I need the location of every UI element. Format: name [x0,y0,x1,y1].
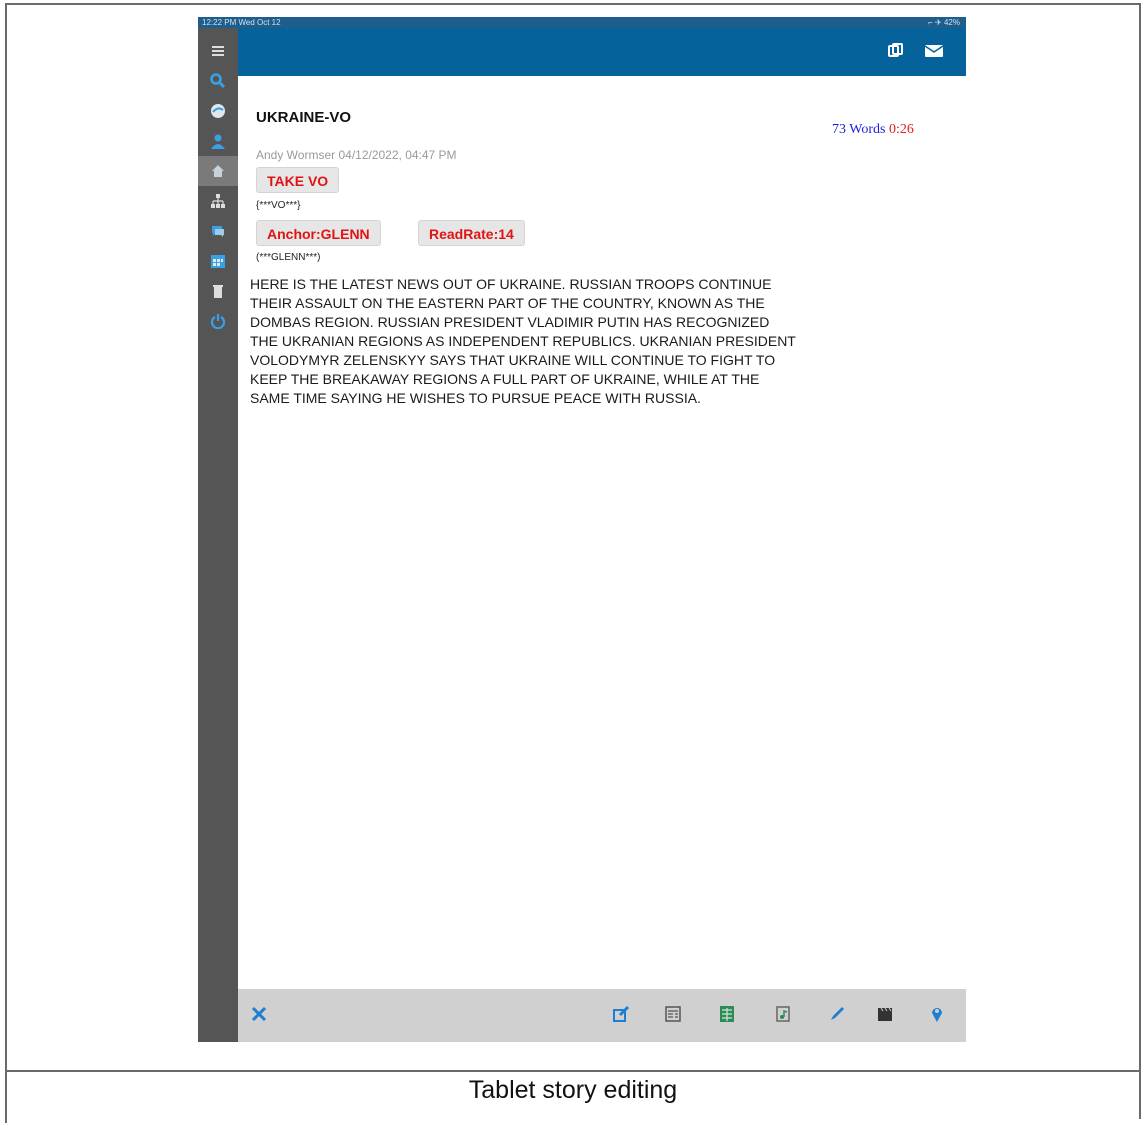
word-count: 73 Words [832,122,886,137]
story-body-line: HERE IS THE LATEST NEWS OUT OF UKRAINE. … [250,276,772,292]
search-icon[interactable] [198,66,238,96]
hierarchy-icon[interactable] [198,186,238,216]
home-icon[interactable] [198,156,238,186]
vo-marker: {***VO***} [256,200,301,211]
map-pin-icon[interactable] [926,1003,948,1025]
story-body[interactable]: HERE IS THE LATEST NEWS OUT OF UKRAINE. … [250,275,960,408]
story-body-line: THE UKRANIAN REGIONS AS INDEPENDENT REPU… [250,333,796,349]
spreadsheet-icon[interactable] [716,1003,738,1025]
clapperboard-icon[interactable] [874,1003,896,1025]
script-icon[interactable] [662,1003,684,1025]
bottom-toolbar [238,989,966,1042]
person-icon[interactable] [198,126,238,156]
chat-icon[interactable] [198,216,238,246]
sidebar [198,28,238,1042]
story-byline: Andy Wormser 04/12/2022, 04:47 PM [256,148,457,162]
anchor-chip[interactable]: Anchor:GLENN [256,220,381,246]
edit-icon[interactable] [610,1003,632,1025]
power-icon[interactable] [198,306,238,336]
trash-icon[interactable] [198,276,238,306]
top-toolbar [198,28,966,76]
story-body-line: THEIR ASSAULT ON THE EASTERN PART OF THE… [250,295,765,311]
status-indicators: ⌐ ✈ 42% [928,18,960,27]
status-bar: 12:22 PM Wed Oct 12 ⌐ ✈ 42% [198,17,966,28]
calendar-icon[interactable] [198,246,238,276]
pen-icon[interactable] [826,1003,848,1025]
globe-icon[interactable] [198,96,238,126]
mail-icon[interactable] [924,42,944,60]
story-body-line: KEEP THE BREAKAWAY REGIONS A FULL PART O… [250,371,760,387]
table-row-divider [5,1070,1141,1072]
story-body-line: DOMBAS REGION. RUSSIAN PRESIDENT VLADIMI… [250,314,770,330]
tablet-screenshot: 12:22 PM Wed Oct 12 ⌐ ✈ 42% UKRAINE-VO 7… [198,17,966,1042]
story-editor[interactable]: UKRAINE-VO 73 Words 0:26 Andy Wormser 04… [238,76,966,989]
figure-caption: Tablet story editing [468,1076,678,1104]
story-title: UKRAINE-VO [256,109,352,126]
close-icon[interactable] [248,1003,270,1025]
story-body-line: SAME TIME SAYING HE WISHES TO PURSUE PEA… [250,390,701,406]
read-time: 0:26 [888,122,914,137]
copy-icon[interactable] [886,42,906,60]
status-time: 12:22 PM Wed Oct 12 [202,18,281,27]
word-counter: 73 Words 0:26 [832,122,914,138]
take-vo-chip[interactable]: TAKE VO [256,167,340,193]
audio-file-icon[interactable] [772,1003,794,1025]
story-body-line: VOLODYMYR ZELENSKYY SAYS THAT UKRAINE WI… [250,352,776,368]
readrate-chip[interactable]: ReadRate:14 [418,220,525,246]
anchor-marker: (***GLENN***) [256,252,321,263]
menu-icon[interactable] [198,36,238,66]
